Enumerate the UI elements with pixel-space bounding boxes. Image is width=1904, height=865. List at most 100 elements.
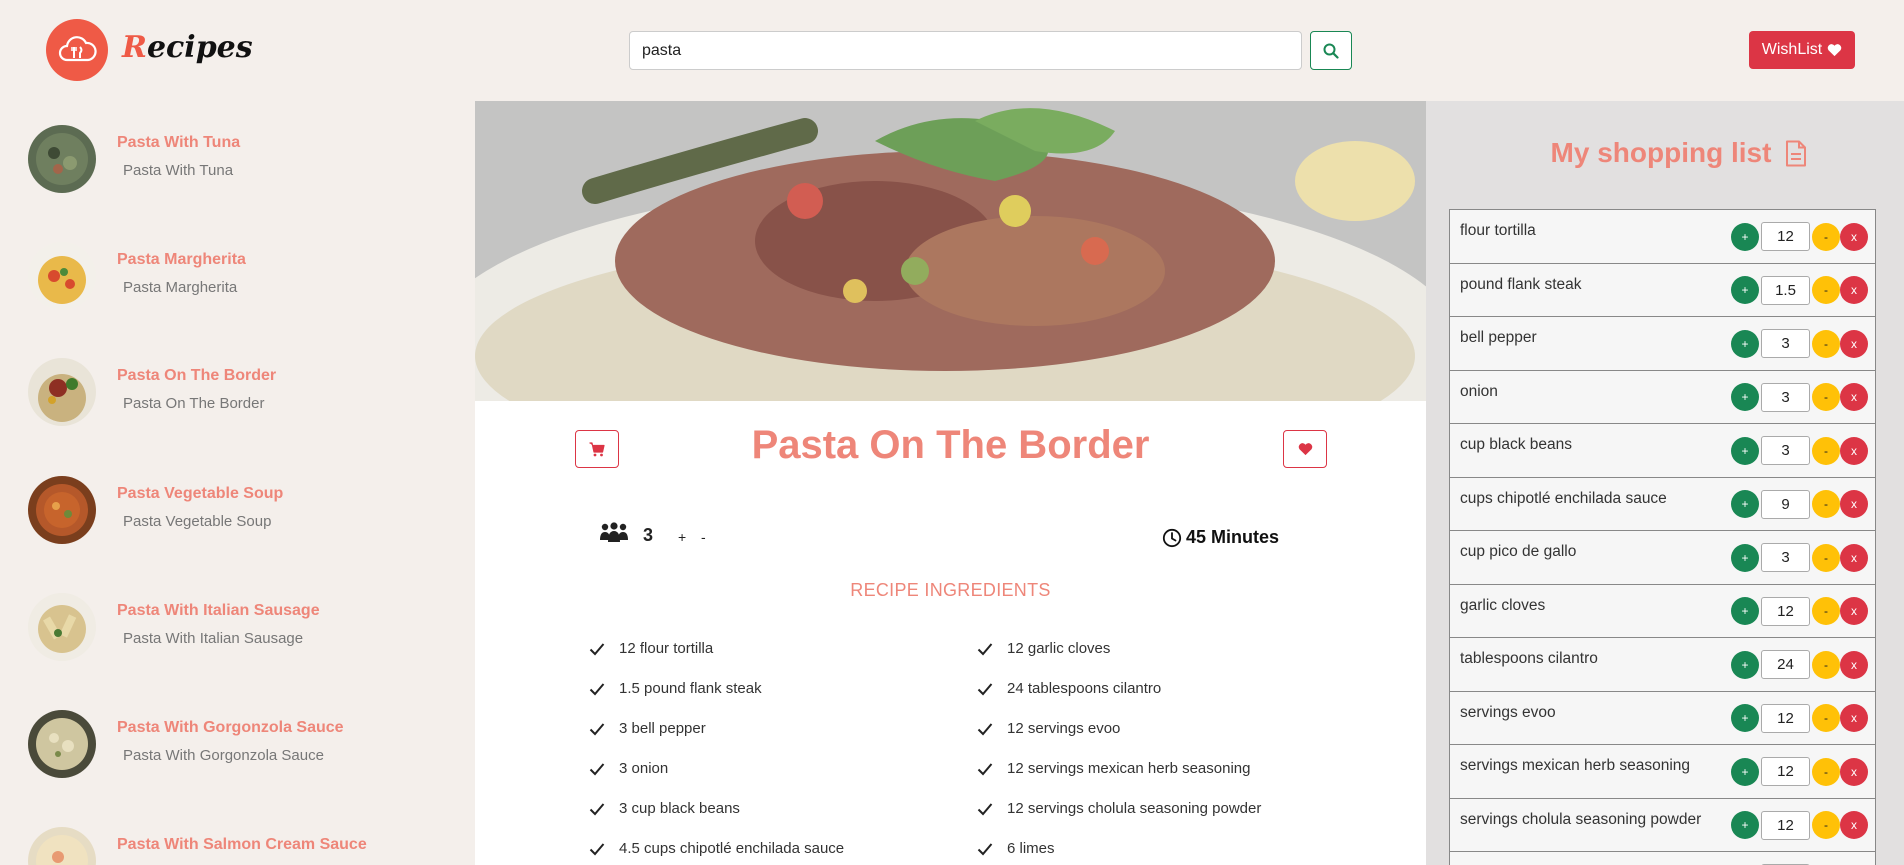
recipe-list-item[interactable]: Pasta Margherita Pasta Margherita — [28, 242, 468, 322]
recipe-title[interactable]: Pasta With Italian Sausage — [117, 602, 320, 620]
recipe-title[interactable]: Pasta With Salmon Cream Sauce — [117, 836, 367, 854]
decrease-quantity-button[interactable]: - — [1812, 597, 1840, 625]
increase-quantity-button[interactable]: + — [1731, 276, 1759, 304]
shopping-item: + - x — [1449, 851, 1876, 865]
increase-quantity-button[interactable]: + — [1731, 650, 1759, 679]
shopping-item-name: cup pico de gallo — [1460, 543, 1577, 560]
shopping-item-name: servings evoo — [1460, 703, 1556, 721]
quantity-input[interactable] — [1761, 543, 1810, 572]
remove-item-button[interactable]: x — [1840, 222, 1868, 251]
increase-servings-button[interactable]: + — [678, 529, 686, 545]
ingredient-text: 6 limes — [1007, 840, 1055, 857]
quantity-input[interactable] — [1761, 275, 1810, 305]
recipe-title[interactable]: Pasta On The Border — [117, 367, 276, 385]
decrease-quantity-button[interactable]: - — [1812, 704, 1840, 732]
decrease-quantity-button[interactable]: - — [1812, 436, 1840, 465]
check-icon — [589, 643, 605, 656]
ingredient-text: 12 flour tortilla — [619, 640, 714, 657]
remove-item-button[interactable]: x — [1840, 811, 1868, 839]
check-icon — [589, 683, 605, 696]
recipe-title[interactable]: Pasta With Tuna — [117, 134, 240, 152]
quantity-input[interactable] — [1761, 436, 1810, 465]
check-icon — [589, 843, 605, 856]
recipe-list-item[interactable]: Pasta With Italian Sausage Pasta With It… — [28, 593, 468, 673]
shopping-item-name: tablespoons cilantro — [1460, 650, 1598, 667]
shopping-item-name: bell pepper — [1460, 329, 1537, 346]
quantity-input[interactable] — [1761, 703, 1810, 733]
quantity-stepper: + - x — [1731, 810, 1868, 840]
recipe-thumbnail — [28, 476, 96, 544]
quantity-input[interactable] — [1761, 329, 1810, 358]
ingredient-item: 12 servings mexican herb seasoning — [977, 760, 1261, 800]
increase-quantity-button[interactable]: + — [1731, 811, 1759, 839]
remove-item-button[interactable]: x — [1840, 329, 1868, 358]
remove-item-button[interactable]: x — [1840, 436, 1868, 465]
increase-quantity-button[interactable]: + — [1731, 704, 1759, 732]
recipe-list-item[interactable]: Pasta Vegetable Soup Pasta Vegetable Sou… — [28, 476, 468, 556]
ingredient-item: 6 limes — [977, 840, 1261, 865]
shopping-item-name: pound flank steak — [1460, 275, 1582, 293]
remove-item-button[interactable]: x — [1840, 490, 1868, 518]
increase-quantity-button[interactable]: + — [1731, 222, 1759, 251]
decrease-quantity-button[interactable]: - — [1812, 329, 1840, 358]
quantity-stepper: + - x — [1731, 436, 1868, 465]
remove-item-button[interactable]: x — [1840, 757, 1868, 786]
increase-quantity-button[interactable]: + — [1731, 597, 1759, 625]
add-to-wishlist-button[interactable] — [1283, 430, 1327, 468]
remove-item-button[interactable]: x — [1840, 650, 1868, 679]
quantity-input[interactable] — [1761, 596, 1810, 626]
recipe-list-item[interactable]: Pasta With Tuna Pasta With Tuna — [28, 125, 468, 205]
remove-item-button[interactable]: x — [1840, 543, 1868, 572]
recipe-title[interactable]: Pasta Vegetable Soup — [117, 485, 283, 503]
decrease-quantity-button[interactable]: - — [1812, 222, 1840, 251]
shopping-list-heading: My shopping list — [1550, 137, 1772, 168]
decrease-quantity-button[interactable]: - — [1812, 543, 1840, 572]
shopping-item: servings cholula seasoning powder + - x — [1449, 797, 1876, 851]
recipe-title[interactable]: Pasta With Gorgonzola Sauce — [117, 719, 344, 737]
ingredient-item: 12 servings evoo — [977, 720, 1261, 760]
logo-rest: ecipes — [146, 30, 253, 65]
increase-quantity-button[interactable]: + — [1731, 436, 1759, 465]
increase-quantity-button[interactable]: + — [1731, 543, 1759, 572]
increase-quantity-button[interactable]: + — [1731, 757, 1759, 786]
recipe-list-item[interactable]: Pasta On The Border Pasta On The Border — [28, 358, 468, 438]
shopping-item: flour tortilla + - x — [1449, 209, 1876, 263]
shopping-item: onion + - x — [1449, 369, 1876, 423]
logo-text[interactable]: Recipes — [122, 30, 253, 65]
shopping-item-name: onion — [1460, 382, 1498, 400]
quantity-input[interactable] — [1761, 650, 1810, 679]
search-button[interactable] — [1310, 31, 1352, 70]
quantity-input[interactable] — [1761, 489, 1810, 519]
ingredient-item: 12 garlic cloves — [977, 640, 1261, 680]
remove-item-button[interactable]: x — [1840, 597, 1868, 625]
remove-item-button[interactable]: x — [1840, 276, 1868, 304]
quantity-input[interactable] — [1761, 757, 1810, 786]
decrease-quantity-button[interactable]: - — [1812, 383, 1840, 411]
shopping-item: cup black beans + - x — [1449, 423, 1876, 477]
decrease-quantity-button[interactable]: - — [1812, 650, 1840, 679]
quantity-input[interactable] — [1761, 810, 1810, 840]
quantity-input[interactable] — [1761, 222, 1810, 251]
increase-quantity-button[interactable]: + — [1731, 329, 1759, 358]
quantity-input[interactable] — [1761, 382, 1810, 412]
logo[interactable] — [46, 19, 108, 81]
cloud-fork-knife-icon — [58, 36, 97, 62]
wishlist-button[interactable]: WishList — [1749, 31, 1855, 69]
search-input[interactable] — [629, 31, 1302, 70]
decrease-servings-button[interactable]: - — [701, 529, 706, 545]
remove-item-button[interactable]: x — [1840, 383, 1868, 411]
recipe-subtitle: Pasta Vegetable Soup — [123, 513, 272, 530]
increase-quantity-button[interactable]: + — [1731, 383, 1759, 411]
ingredient-item: 1.5 pound flank steak — [589, 680, 844, 720]
recipe-list-item[interactable]: Pasta With Gorgonzola Sauce Pasta With G… — [28, 710, 468, 790]
recipe-title[interactable]: Pasta Margherita — [117, 251, 246, 269]
recipe-list-item[interactable]: Pasta With Salmon Cream Sauce — [28, 827, 468, 865]
shopping-item: servings evoo + - x — [1449, 690, 1876, 744]
decrease-quantity-button[interactable]: - — [1812, 276, 1840, 304]
quantity-stepper: + - x — [1731, 382, 1868, 412]
decrease-quantity-button[interactable]: - — [1812, 811, 1840, 839]
remove-item-button[interactable]: x — [1840, 704, 1868, 732]
decrease-quantity-button[interactable]: - — [1812, 757, 1840, 786]
increase-quantity-button[interactable]: + — [1731, 490, 1759, 518]
decrease-quantity-button[interactable]: - — [1812, 490, 1840, 518]
